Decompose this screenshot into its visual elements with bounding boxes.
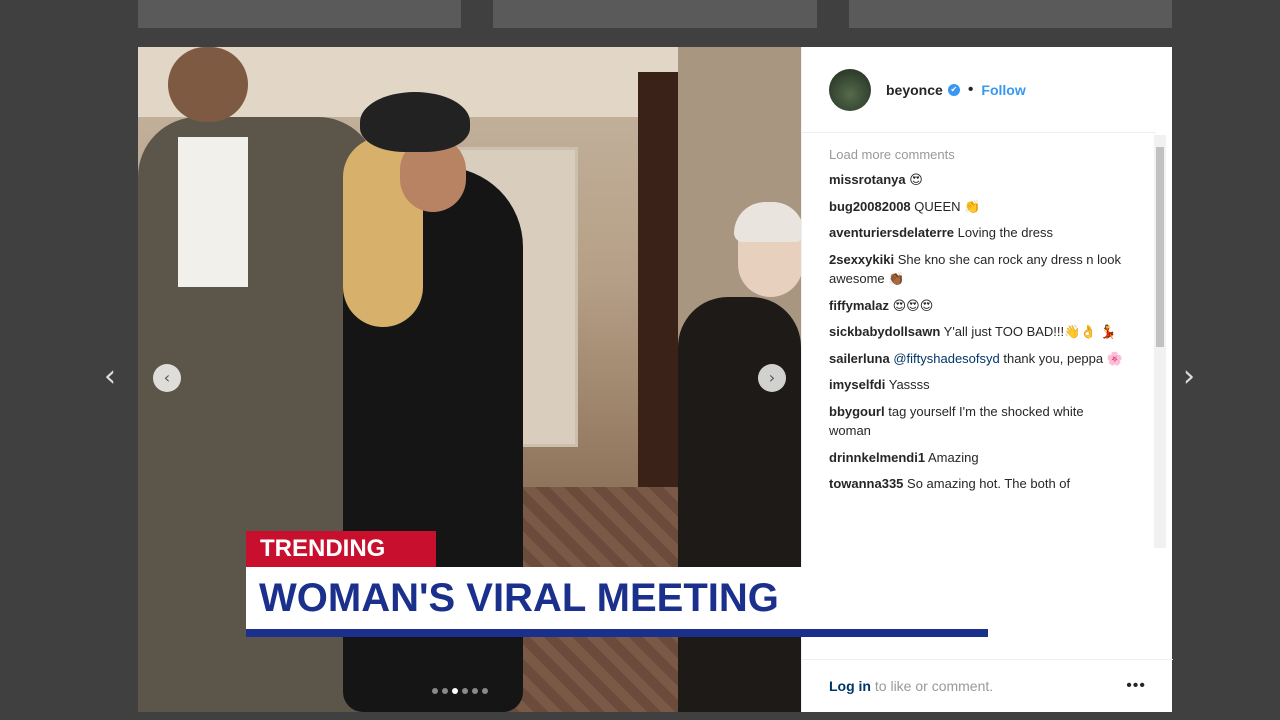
comment-item: fiffymalaz 😍😍😍 <box>829 296 1129 316</box>
thumbnail[interactable] <box>493 0 817 28</box>
carousel-dot <box>472 688 478 694</box>
man-head <box>168 47 248 122</box>
comment-username[interactable]: towanna335 <box>829 476 903 491</box>
comment-text: 😍 <box>909 172 923 187</box>
avatar[interactable] <box>829 68 871 111</box>
comment-mention[interactable]: @fiftyshadesofsyd <box>893 351 999 366</box>
scrollbar-thumb[interactable] <box>1156 147 1164 347</box>
trending-tag: TRENDING <box>246 531 436 567</box>
comments-list[interactable]: Load more comments missrotanya 😍 bug20082… <box>829 147 1129 547</box>
woman-beret <box>360 92 470 152</box>
thumbnail-row <box>138 0 1172 28</box>
login-prompt: Log in to like or comment. <box>829 678 993 694</box>
post-header: beyonce ✔ • Follow <box>802 47 1156 133</box>
comment-item: sailerluna @fiftyshadesofsyd thank you, … <box>829 349 1129 369</box>
comment-username[interactable]: 2sexxykiki <box>829 252 894 267</box>
verified-badge-icon: ✔ <box>947 83 960 96</box>
carousel-next-icon[interactable]: › <box>758 364 786 392</box>
login-link[interactable]: Log in <box>829 678 871 694</box>
headline-underline <box>246 629 988 637</box>
login-text: to like or comment. <box>871 678 994 694</box>
separator: • <box>967 80 974 98</box>
comment-item: missrotanya 😍 <box>829 170 1129 190</box>
more-options-icon[interactable]: ••• <box>1126 677 1146 695</box>
shocked-woman-figure <box>678 297 801 712</box>
comment-item: bbygourl tag yourself I'm the shocked wh… <box>829 402 1129 441</box>
next-post-arrow-icon[interactable]: › <box>1183 362 1195 392</box>
carousel-dot <box>442 688 448 694</box>
thumbnail[interactable] <box>138 0 462 28</box>
thumbnail[interactable] <box>848 0 1172 28</box>
comment-item: towanna335 So amazing hot. The both of <box>829 474 1129 494</box>
comment-item: imyselfdi Yassss <box>829 375 1129 395</box>
username-link[interactable]: beyonce <box>886 82 943 98</box>
comment-username[interactable]: sailerluna <box>829 351 890 366</box>
comment-text: So amazing hot. The both of <box>907 476 1071 491</box>
comment-username[interactable]: sickbabydollsawn <box>829 324 940 339</box>
comment-text: QUEEN 👏 <box>914 198 981 214</box>
carousel-dot <box>432 688 438 694</box>
comment-username[interactable]: aventuriersdelaterre <box>829 225 954 240</box>
previous-post-arrow-icon[interactable]: ‹ <box>104 362 116 392</box>
post-footer: Log in to like or comment. ••• <box>802 659 1173 712</box>
comment-username[interactable]: imyselfdi <box>829 377 885 392</box>
carousel-prev-icon[interactable]: ‹ <box>153 364 181 392</box>
comment-text: 😍😍😍 <box>892 297 934 313</box>
follow-button[interactable]: Follow <box>981 82 1025 98</box>
comment-item: bug20082008 QUEEN 👏 <box>829 197 1129 217</box>
comment-username[interactable]: fiffymalaz <box>829 298 889 313</box>
comment-username[interactable]: missrotanya <box>829 172 906 187</box>
comment-username[interactable]: bbygourl <box>829 404 885 419</box>
comment-text: Loving the dress <box>957 225 1054 240</box>
carousel-dot <box>482 688 488 694</box>
carousel-dots <box>432 688 488 694</box>
comment-username[interactable]: drinnkelmendi1 <box>829 450 925 465</box>
comment-text: Y'all just TOO BAD!!!👋👌 💃 <box>943 324 1117 339</box>
comment-item: sickbabydollsawn Y'all just TOO BAD!!!👋👌… <box>829 322 1129 342</box>
carousel-dot <box>462 688 468 694</box>
comment-text: Yassss <box>888 377 930 392</box>
comment-text: thank you, peppa 🌸 <box>999 350 1123 366</box>
load-more-comments-link[interactable]: Load more comments <box>829 147 1129 162</box>
carousel-dot <box>452 688 458 694</box>
man-shirt <box>178 137 248 287</box>
comment-text: Amazing <box>927 449 979 465</box>
news-headline: WOMAN'S VIRAL MEETING <box>246 567 988 629</box>
comment-item: aventuriersdelaterre Loving the dress <box>829 223 1129 243</box>
comment-item: drinnkelmendi1 Amazing <box>829 448 1129 468</box>
comment-item: 2sexxykiki She kno she can rock any dres… <box>829 250 1129 289</box>
comment-username[interactable]: bug20082008 <box>829 199 911 214</box>
comments-scrollbar[interactable] <box>1154 135 1166 548</box>
